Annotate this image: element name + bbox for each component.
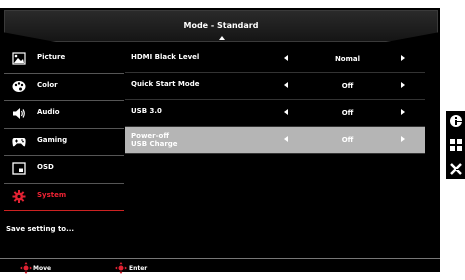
setting-row-hdmi-black-level[interactable]: HDMI Black Level Nomal [125,46,425,73]
key-leader-line [456,169,465,170]
sidebar-item-osd[interactable]: OSD [4,156,124,184]
arrow-left-icon[interactable] [284,109,288,115]
enter-hint-label: Enter [129,265,148,272]
arrow-left-icon[interactable] [284,136,288,142]
gear-icon [12,189,26,203]
setting-row-power-off-usb-charge[interactable]: Power-off USB Charge Off [125,127,425,154]
footer-divider [0,258,440,259]
sidebar-item-color[interactable]: Color [4,74,124,101]
osd-menu: Mode - Standard Picture Color Audio Gami… [0,8,440,274]
speaker-icon [13,108,25,119]
setting-row-usb-3[interactable]: USB 3.0 Off [125,100,425,127]
gamepad-icon [12,137,26,146]
sidebar-item-label: Audio [37,108,60,116]
key-leader-line [456,121,465,122]
save-setting-item[interactable]: Save setting to... [6,225,74,233]
arrow-right-icon[interactable] [401,55,405,61]
arrow-left-icon[interactable] [284,55,288,61]
palette-icon [12,80,26,92]
setting-value: Nomal [334,55,361,63]
setting-value: Off [341,109,354,117]
settings-list: HDMI Black Level Nomal Quick Start Mode … [125,46,425,154]
page-title: Mode - Standard [183,21,259,30]
sidebar-item-system[interactable]: System [4,184,124,211]
setting-label-line2: USB Charge [131,140,178,148]
setting-label: USB 3.0 [131,107,162,115]
osd-icon [12,162,26,175]
arrow-right-icon[interactable] [401,109,405,115]
sidebar-item-gaming[interactable]: Gaming [4,129,124,156]
enter-dpad-icon [115,262,127,274]
sidebar-item-picture[interactable]: Picture [4,46,124,74]
picture-icon [12,52,26,65]
sidebar-item-label: Color [37,80,58,89]
setting-label-line1: Power-off [131,132,169,140]
arrow-right-icon[interactable] [401,82,405,88]
move-dpad-icon [20,262,32,274]
setting-label: Power-off USB Charge [131,132,178,148]
arrow-right-icon[interactable] [401,136,405,142]
key-leader-line [456,145,465,146]
sidebar: Picture Color Audio Gaming OSD System [4,46,124,211]
setting-row-quick-start-mode[interactable]: Quick Start Mode Off [125,73,425,100]
setting-label: Quick Start Mode [131,80,200,88]
sidebar-item-audio[interactable]: Audio [4,101,124,129]
scroll-up-arrow-icon[interactable] [219,36,225,40]
sidebar-item-label: OSD [37,163,54,171]
setting-label: HDMI Black Level [131,53,200,61]
arrow-left-icon[interactable] [284,82,288,88]
move-hint-label: Move [33,265,52,272]
setting-value: Off [341,82,354,90]
sidebar-item-label: System [37,190,67,199]
setting-value: Off [341,136,354,144]
sidebar-item-label: Gaming [37,135,68,144]
sidebar-item-label: Picture [37,53,66,61]
